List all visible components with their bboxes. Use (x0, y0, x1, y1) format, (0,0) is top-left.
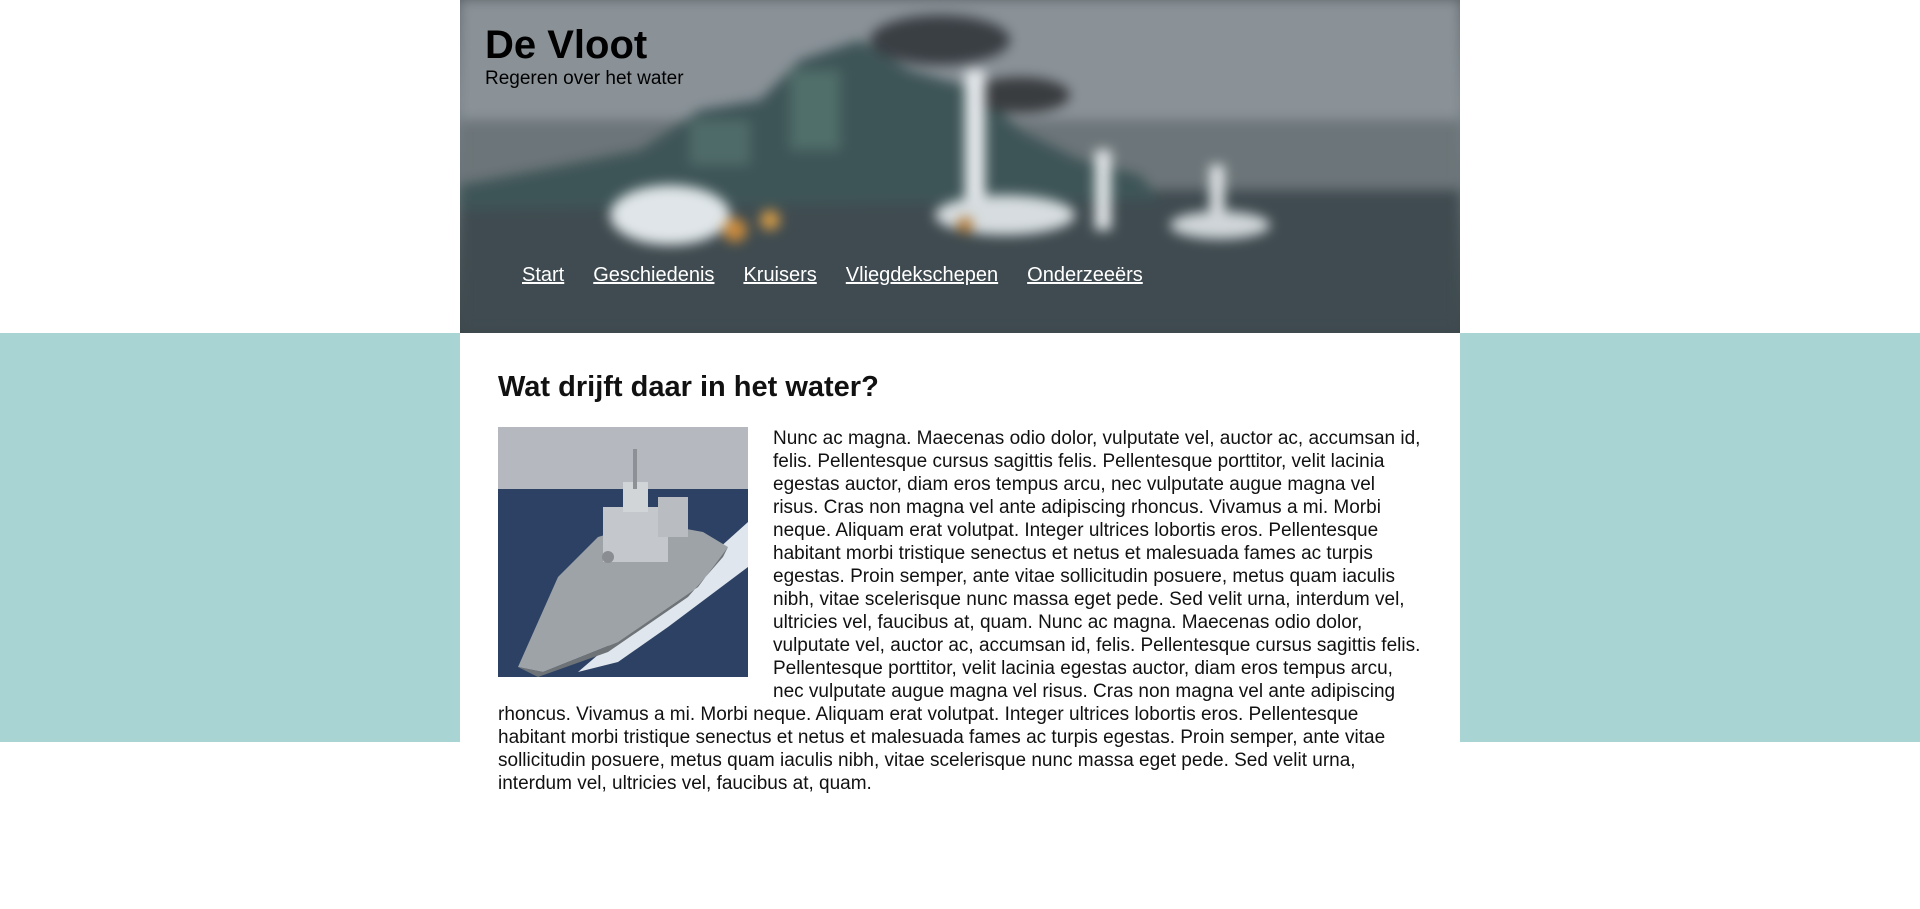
frigate-image (498, 427, 748, 677)
site-title: De Vloot (485, 23, 648, 67)
nav-link-vliegdekschepen[interactable]: Vliegdekschepen (846, 264, 998, 287)
site-subtitle: Regeren over het water (485, 68, 684, 89)
main-nav: Start Geschiedenis Kruisers Vliegdeksche… (522, 264, 1143, 287)
frigate-photo (498, 427, 748, 677)
nav-link-onderzeeers[interactable]: Onderzeeërs (1027, 264, 1143, 287)
nav-link-start[interactable]: Start (522, 264, 564, 287)
nav-link-kruisers[interactable]: Kruisers (743, 264, 816, 287)
nav-link-geschiedenis[interactable]: Geschiedenis (593, 264, 714, 287)
page-container: De Vloot Regeren over het water Start Ge… (460, 0, 1460, 815)
site-header: De Vloot Regeren over het water Start Ge… (460, 0, 1460, 333)
main-content: Wat drijft daar in het water? Nunc ac ma… (460, 333, 1460, 815)
section-heading: Wat drijft daar in het water? (498, 371, 879, 403)
